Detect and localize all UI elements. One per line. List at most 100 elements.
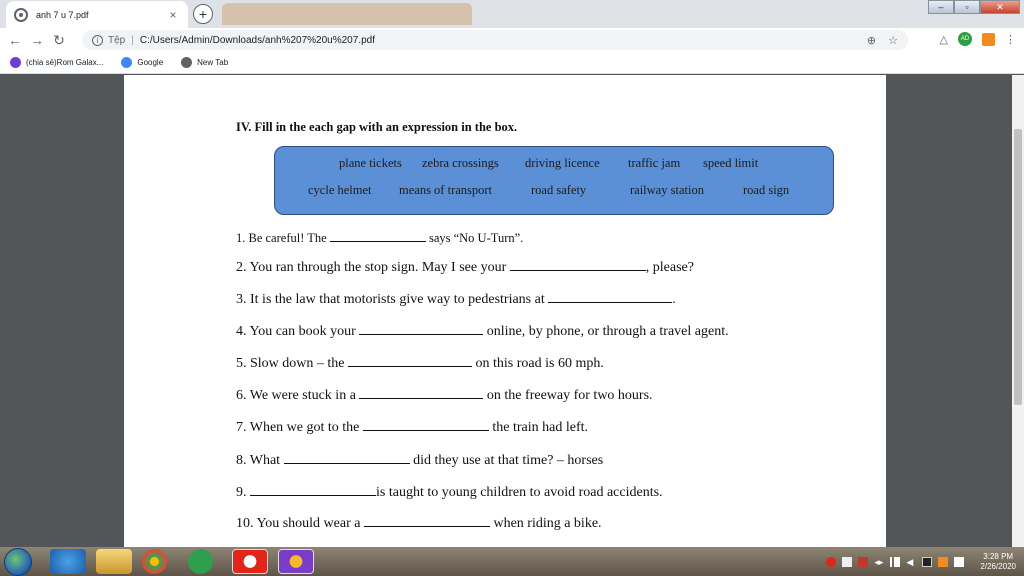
system-tray: ◂▸ ◀ 3:28 PM 2/26/2020 — [826, 547, 1024, 576]
maximize-button[interactable]: ▫ — [954, 0, 980, 14]
question-2: 2. You ran through the stop sign. May I … — [236, 259, 694, 276]
word-box-item: road safety — [531, 183, 587, 197]
question-1: 1. Be careful! The says “No U-Turn”. — [236, 230, 523, 246]
bookmark-label: Google — [137, 58, 164, 67]
question-10: 10. You should wear a when riding a bike… — [236, 515, 602, 532]
minimize-button[interactable]: – — [928, 0, 954, 14]
question-text: 3. It is the law that motorists give way… — [236, 292, 549, 307]
back-button[interactable]: ← — [4, 32, 26, 48]
word-box: plane tickets zebra crossings driving li… — [274, 146, 834, 215]
question-text: . — [672, 292, 676, 307]
question-text: says “No U-Turn”. — [425, 231, 524, 245]
close-window-button[interactable]: ✕ — [980, 0, 1020, 14]
word-box-item: railway station — [630, 183, 704, 197]
question-text: 2. You ran through the stop sign. May I … — [236, 260, 510, 275]
pdf-page: IV. Fill in the each gap with an express… — [124, 75, 886, 547]
question-text: 5. Slow down – the — [236, 356, 348, 371]
word-box-item: traffic jam — [628, 156, 681, 170]
url-protocol: Tệp — [108, 34, 126, 46]
zoom-icon[interactable]: ⊕ — [867, 34, 876, 47]
address-bar[interactable]: i Tệp | C:/Users/Admin/Downloads/anh%207… — [82, 30, 908, 50]
bookmark-favicon-icon — [10, 57, 21, 68]
info-icon[interactable]: i — [92, 34, 103, 46]
answer-blank — [329, 230, 426, 242]
question-text: 1. Be careful! The — [236, 231, 330, 245]
menu-icon[interactable]: ⋮ — [1005, 33, 1016, 46]
question-text: 9. — [236, 485, 250, 500]
question-text: , please? — [645, 260, 694, 275]
question-text: the train had left. — [488, 420, 589, 435]
clock[interactable]: 3:28 PM 2/26/2020 — [980, 552, 1016, 572]
tray-app-icon[interactable] — [922, 556, 933, 567]
url-text[interactable]: C:/Users/Admin/Downloads/anh%207%20u%207… — [140, 35, 375, 46]
exercise-heading: IV. Fill in the each gap with an express… — [236, 120, 518, 134]
word-box-item: cycle helmet — [308, 183, 372, 197]
tab-pdf[interactable]: anh 7 u 7.pdf × — [6, 1, 188, 28]
scrollbar[interactable] — [1012, 75, 1024, 547]
avatar[interactable]: AD — [958, 32, 972, 46]
question-text: 6. We were stuck in a — [236, 388, 360, 403]
forward-button[interactable]: → — [26, 32, 48, 48]
chrome-icon[interactable] — [142, 549, 167, 574]
bookmarks-bar: (chia sẻ)Rom Galax... Google New Tab — [0, 52, 1024, 74]
app-icon[interactable] — [188, 549, 213, 574]
question-text: 10. You should wear a — [236, 516, 364, 531]
question-text: when riding a bike. — [489, 516, 602, 531]
question-text: 8. What — [236, 453, 284, 468]
word-box-item: means of transport — [399, 183, 493, 197]
battery-icon[interactable] — [842, 556, 853, 567]
question-text: 4. You can book your — [236, 324, 360, 339]
answer-blank — [362, 419, 489, 431]
word-box-item: zebra crossings — [422, 156, 499, 170]
tab-strip: anh 7 u 7.pdf × + – ▫ ✕ — [0, 0, 1024, 28]
answer-blank — [363, 515, 490, 527]
answer-blank — [250, 484, 376, 496]
bookmark-star-icon[interactable]: ☆ — [888, 34, 898, 47]
answer-blank — [359, 387, 484, 399]
question-text: 7. When we got to the — [236, 420, 363, 435]
question-text: did they use at that time? – horses — [409, 453, 604, 468]
toolbar: ← → ↻ i Tệp | C:/Users/Admin/Downloads/a… — [0, 28, 1024, 52]
file-explorer-icon[interactable] — [96, 549, 132, 574]
browser-app-icon[interactable] — [278, 549, 314, 574]
new-tab-button[interactable]: + — [193, 4, 213, 24]
globe-icon — [181, 57, 193, 68]
question-6: 6. We were stuck in a on the freeway for… — [236, 387, 653, 404]
bookmark-new-tab[interactable]: New Tab — [181, 57, 228, 68]
word-box-item: speed limit — [703, 156, 759, 170]
tab-close-button[interactable]: × — [166, 8, 180, 22]
start-button[interactable] — [4, 548, 32, 576]
bookmark-label: New Tab — [197, 58, 229, 67]
background-tab[interactable] — [222, 3, 472, 25]
word-box-item: road sign — [743, 183, 790, 197]
answer-blank — [348, 355, 472, 367]
network-icon[interactable] — [954, 556, 965, 567]
word-box-item: driving licence — [525, 156, 600, 170]
word-box-item: plane tickets — [339, 156, 402, 170]
extensions-area: △ AD ⋮ — [940, 32, 1016, 46]
question-5: 5. Slow down – the on this road is 60 mp… — [236, 355, 604, 372]
fox-tray-icon[interactable] — [938, 556, 949, 567]
opera-icon[interactable] — [232, 549, 268, 574]
scrollbar-thumb[interactable] — [1014, 129, 1022, 405]
clock-time: 3:28 PM — [983, 551, 1014, 561]
extension-icon[interactable]: △ — [940, 33, 948, 46]
volume-icon[interactable]: ◀ — [906, 557, 916, 567]
answer-blank — [548, 291, 673, 303]
bookmark-google[interactable]: Google — [121, 57, 163, 68]
tray-app-icon[interactable] — [826, 556, 837, 567]
reload-button[interactable]: ↻ — [48, 32, 70, 49]
bookmark-label: (chia sẻ)Rom Galax... — [26, 58, 104, 67]
vietkey-icon[interactable] — [858, 556, 869, 567]
question-4: 4. You can book your online, by phone, o… — [236, 323, 729, 340]
bookmark-rom-galaxy[interactable]: (chia sẻ)Rom Galax... — [10, 57, 103, 68]
question-text: on this road is 60 mph. — [472, 356, 604, 371]
google-icon — [121, 57, 133, 68]
question-text: is taught to young children to avoid roa… — [376, 485, 663, 500]
signal-icon[interactable] — [890, 556, 901, 567]
internet-explorer-icon[interactable] — [50, 549, 86, 574]
fox-extension-icon[interactable] — [982, 32, 995, 46]
url-separator: | — [131, 34, 134, 46]
language-icon[interactable]: ◂▸ — [874, 557, 884, 567]
window-controls: – ▫ ✕ — [928, 0, 1020, 14]
